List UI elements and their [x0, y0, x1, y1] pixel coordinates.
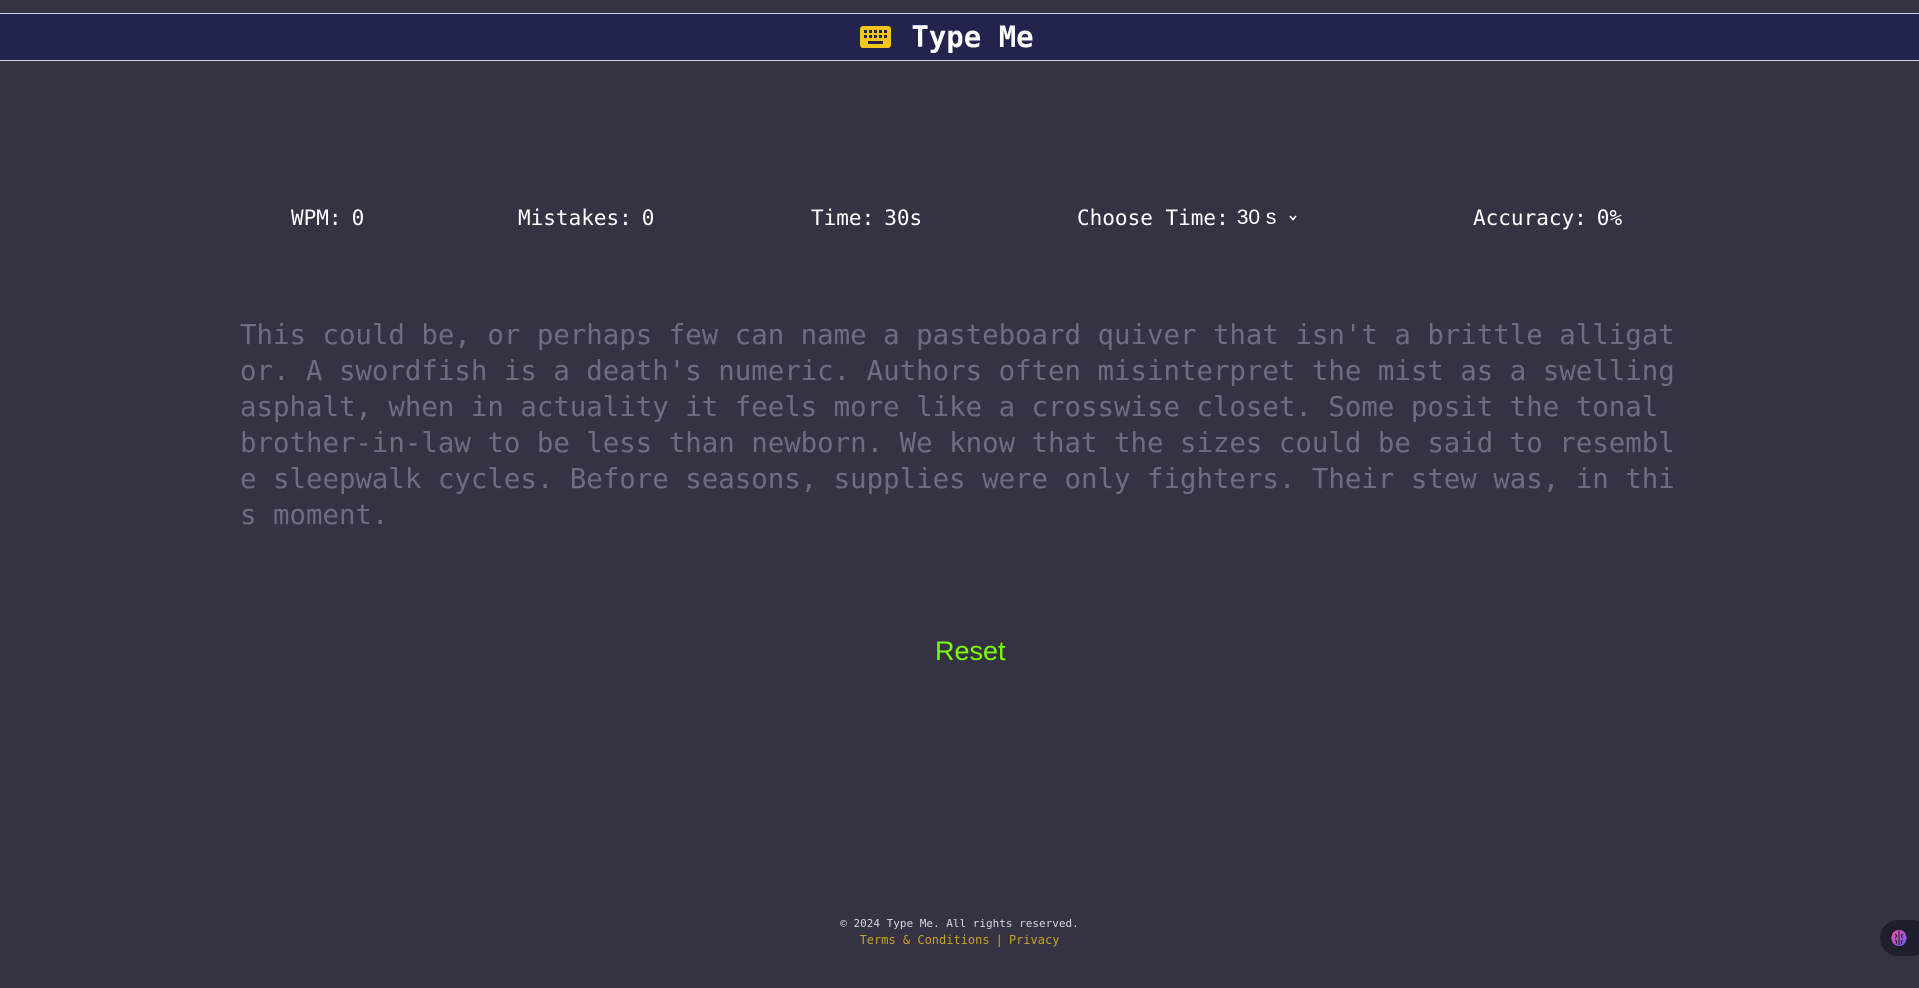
- floating-assistant-button[interactable]: [1880, 920, 1919, 956]
- accuracy-stat: Accuracy: 0%: [1473, 206, 1622, 230]
- terms-link[interactable]: Terms & Conditions: [860, 933, 990, 947]
- time-select[interactable]: 30 s: [1237, 206, 1299, 230]
- app-header: Type Me: [0, 14, 1919, 61]
- brand: Type Me: [860, 20, 1034, 54]
- keyboard-icon: [860, 26, 892, 48]
- time-label: Time:: [811, 206, 875, 230]
- top-strip: [0, 0, 1919, 14]
- app-title: Type Me: [911, 20, 1034, 54]
- choose-time-stat: Choose Time: 30 s: [1077, 206, 1298, 230]
- time-select-value: 30 s: [1236, 206, 1277, 229]
- accuracy-value: 0%: [1596, 206, 1623, 230]
- reset-button[interactable]: Reset: [935, 636, 1006, 667]
- footer-links: Terms & Conditions | Privacy: [0, 932, 1919, 949]
- footer: © 2024 Type Me. All rights reserved. Ter…: [0, 915, 1919, 949]
- wpm-stat: WPM: 0: [291, 206, 364, 230]
- wpm-value: 0: [351, 206, 365, 230]
- time-value: 30s: [884, 206, 923, 230]
- time-stat: Time: 30s: [811, 206, 922, 230]
- brain-icon: [1891, 930, 1907, 946]
- copyright-text: © 2024 Type Me. All rights reserved.: [840, 917, 1079, 930]
- mistakes-value: 0: [641, 206, 655, 230]
- privacy-link[interactable]: Privacy: [1009, 933, 1060, 947]
- stats-bar: WPM: 0 Mistakes: 0 Time: 30s Choose Time…: [0, 206, 1919, 236]
- mistakes-stat: Mistakes: 0: [518, 206, 654, 230]
- wpm-label: WPM:: [291, 206, 342, 230]
- footer-separator: |: [995, 933, 1003, 947]
- typing-passage[interactable]: This could be, or perhaps few can name a…: [240, 318, 1680, 534]
- mistakes-label: Mistakes:: [518, 206, 632, 230]
- accuracy-label: Accuracy:: [1473, 206, 1587, 230]
- choose-time-label: Choose Time:: [1077, 206, 1229, 230]
- chevron-down-icon: [1289, 215, 1298, 221]
